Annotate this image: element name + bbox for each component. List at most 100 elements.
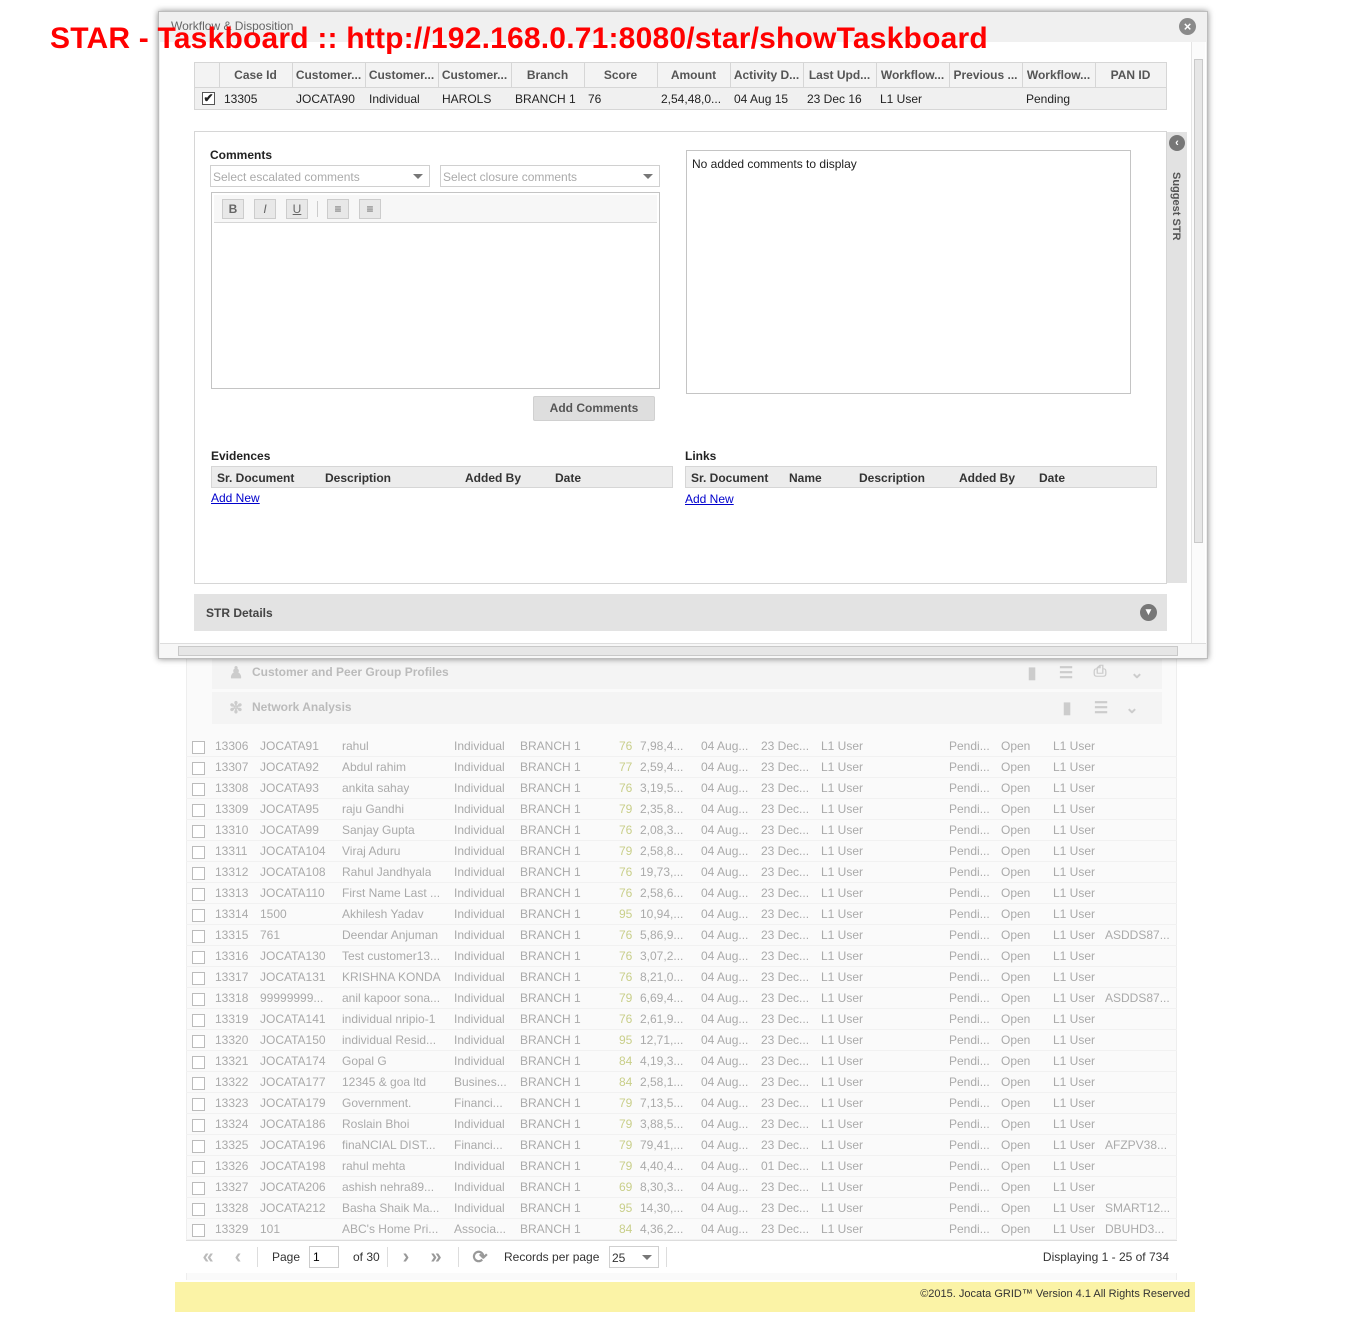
row-checkbox[interactable] (192, 972, 205, 985)
row-checkbox[interactable] (192, 1077, 205, 1090)
row-checkbox[interactable] (192, 1203, 205, 1216)
table-row[interactable]: 13316 JOCATA130 Test customer13... Individu… (186, 946, 1177, 967)
row-checkbox[interactable] (192, 888, 205, 901)
row-checkbox[interactable] (192, 930, 205, 943)
closure-comments-select[interactable]: Select closure comments (440, 165, 660, 187)
row-checkbox[interactable] (192, 846, 205, 859)
row-checkbox[interactable] (192, 804, 205, 817)
comment-editor[interactable]: B I U ≡ ≡ (211, 192, 660, 389)
table-row[interactable]: 13321 JOCATA174 Gopal G Individual BRANCH 1 8… (186, 1051, 1177, 1072)
refresh-icon[interactable]: ⟳ (468, 1246, 492, 1268)
horizontal-scrollbar[interactable] (160, 643, 1206, 658)
col-header-score[interactable]: Score (586, 68, 655, 82)
list-icon[interactable]: ☰ (1056, 663, 1076, 682)
row-checkbox[interactable] (192, 1140, 205, 1153)
row-checkbox[interactable] (192, 993, 205, 1006)
table-row[interactable]: 13324 JOCATA186 Roslain Bhoi Individual BRAN… (186, 1114, 1177, 1135)
vertical-scrollbar[interactable] (1191, 42, 1205, 643)
bar-chart-icon[interactable]: ▮ (1057, 698, 1077, 717)
prev-page-icon[interactable]: ‹ (226, 1246, 250, 1268)
col-header-workflow[interactable]: Workflow... (878, 68, 947, 82)
network-section-header[interactable]: ✼ Network Analysis ▮ ☰ ⌄ (212, 692, 1162, 724)
table-row[interactable]: 13314 1500 Akhilesh Yadav Individual BRANCH … (186, 904, 1177, 925)
first-page-icon[interactable]: « (196, 1246, 220, 1268)
suggest-str-tab[interactable]: ‹ Suggest STR (1167, 132, 1187, 583)
table-row[interactable]: 13328 JOCATA212 Basha Shaik Ma... Individua… (186, 1198, 1177, 1219)
last-updated-cell: 23 Dec... (761, 949, 810, 963)
table-row[interactable]: 13311 JOCATA104 Viraj Aduru Individual BRANC… (186, 841, 1177, 862)
row-checkbox[interactable] (192, 1161, 205, 1174)
chevron-down-icon[interactable]: ⌄ (1127, 663, 1147, 682)
table-row[interactable]: 13326 JOCATA198 rahul mehta Individual BRANC… (186, 1156, 1177, 1177)
str-details-section[interactable]: STR Details ▼ (194, 594, 1167, 631)
records-per-page-select[interactable]: 25 (609, 1246, 659, 1268)
table-row[interactable]: 13307 JOCATA92 Abdul rahim Individual BRANCH… (186, 757, 1177, 778)
table-row[interactable]: 13317 JOCATA131 KRISHNA KONDA Individual BRA… (186, 967, 1177, 988)
chevron-left-icon[interactable]: ‹ (1169, 135, 1185, 151)
bold-button[interactable]: B (222, 199, 244, 219)
escalated-comments-select[interactable]: Select escalated comments (210, 165, 430, 187)
table-row[interactable]: 13329 101 ABC's Home Pri... Associa... BRANC… (186, 1219, 1177, 1240)
row-checkbox[interactable] (192, 1056, 205, 1069)
col-header-customer-id[interactable]: Customer... (294, 68, 363, 82)
table-row[interactable]: 13313 JOCATA110 First Name Last ... Individ… (186, 883, 1177, 904)
row-checkbox[interactable] (192, 867, 205, 880)
table-row[interactable]: 13310 JOCATA99 Sanjay Gupta Individual BRANC… (186, 820, 1177, 841)
table-row[interactable]: 13322 JOCATA177 12345 & goa ltd Busines... B… (186, 1072, 1177, 1093)
chevron-down-icon[interactable]: ⌄ (1122, 698, 1142, 717)
page-number-input[interactable] (309, 1246, 339, 1268)
last-updated-cell: 23 Dec... (761, 739, 810, 753)
col-header-customer-type[interactable]: Customer... (367, 68, 436, 82)
col-header-workflow-status[interactable]: Workflow... (1024, 68, 1093, 82)
row-checkbox[interactable] (192, 1014, 205, 1027)
row-checkbox[interactable] (192, 741, 205, 754)
table-row[interactable]: 13325 JOCATA196 finaNCIAL DIST... Financi..… (186, 1135, 1177, 1156)
italic-button[interactable]: I (254, 199, 276, 219)
col-header-activity-date[interactable]: Activity D... (732, 68, 801, 82)
row-checkbox[interactable] (192, 1224, 205, 1237)
bar-chart-icon[interactable]: ▮ (1022, 663, 1042, 682)
col-header-case-id[interactable]: Case Id (221, 68, 290, 82)
col-header-amount[interactable]: Amount (659, 68, 728, 82)
amount-cell: 4,40,4... (640, 1159, 684, 1173)
ordered-list-icon[interactable]: ≡ (327, 199, 349, 219)
row-checkbox[interactable] (192, 783, 205, 796)
table-row[interactable]: 13320 JOCATA150 individual Resid... Individ… (186, 1030, 1177, 1051)
evidences-add-new-link[interactable]: Add New (211, 491, 260, 505)
col-header-branch[interactable]: Branch (513, 68, 582, 82)
table-row[interactable]: 13309 JOCATA95 raju Gandhi Individual BRANCH… (186, 799, 1177, 820)
table-row[interactable]: 13312 JOCATA108 Rahul Jandhyala Individual B… (186, 862, 1177, 883)
row-checkbox[interactable] (192, 951, 205, 964)
row-checkbox[interactable] (192, 1035, 205, 1048)
col-header-customer-name[interactable]: Customer... (440, 68, 509, 82)
chevron-down-icon[interactable]: ▼ (1140, 604, 1157, 621)
add-comments-button[interactable]: Add Comments (533, 396, 655, 421)
col-header-previous[interactable]: Previous ... (951, 68, 1020, 82)
profiles-section-header[interactable]: ♟ Customer and Peer Group Profiles ▮ ☰ ⎙… (212, 657, 1162, 689)
underline-button[interactable]: U (286, 199, 308, 219)
table-row[interactable]: ✔ 13305 JOCATA90 Individual HAROLS BRANC… (194, 88, 1167, 110)
row-checkbox[interactable] (192, 1119, 205, 1132)
links-add-new-link[interactable]: Add New (685, 492, 734, 506)
list-icon[interactable]: ☰ (1091, 698, 1111, 717)
table-row[interactable]: 13315 761 Deendar Anjuman Individual BRANCH … (186, 925, 1177, 946)
col-header-last-updated[interactable]: Last Upd... (805, 68, 874, 82)
next-page-icon[interactable]: › (394, 1246, 418, 1268)
table-row[interactable]: 13306 JOCATA91 rahul Individual BRANCH 1 76 7,… (186, 736, 1177, 757)
row-checkbox[interactable] (192, 1098, 205, 1111)
row-checkbox[interactable] (192, 1182, 205, 1195)
table-row[interactable]: 13327 JOCATA206 ashish nehra89... Individua… (186, 1177, 1177, 1198)
unordered-list-icon[interactable]: ≡ (359, 199, 381, 219)
table-row[interactable]: 13318 99999999... anil kapoor sona... Indiv… (186, 988, 1177, 1009)
close-icon[interactable]: × (1179, 18, 1196, 35)
table-row[interactable]: 13323 JOCATA179 Government. Financi... BRANC… (186, 1093, 1177, 1114)
print-icon[interactable]: ⎙ (1090, 663, 1110, 681)
col-header-pan-id[interactable]: PAN ID (1097, 68, 1164, 82)
table-row[interactable]: 13308 JOCATA93 ankita sahay Individual BRANC… (186, 778, 1177, 799)
row-checkbox[interactable] (192, 762, 205, 775)
table-row[interactable]: 13319 JOCATA141 individual nripio-1 Individ… (186, 1009, 1177, 1030)
last-page-icon[interactable]: » (424, 1246, 448, 1268)
row-checkbox[interactable] (192, 909, 205, 922)
row-checkbox[interactable] (192, 825, 205, 838)
row-checkbox[interactable]: ✔ (202, 92, 215, 105)
